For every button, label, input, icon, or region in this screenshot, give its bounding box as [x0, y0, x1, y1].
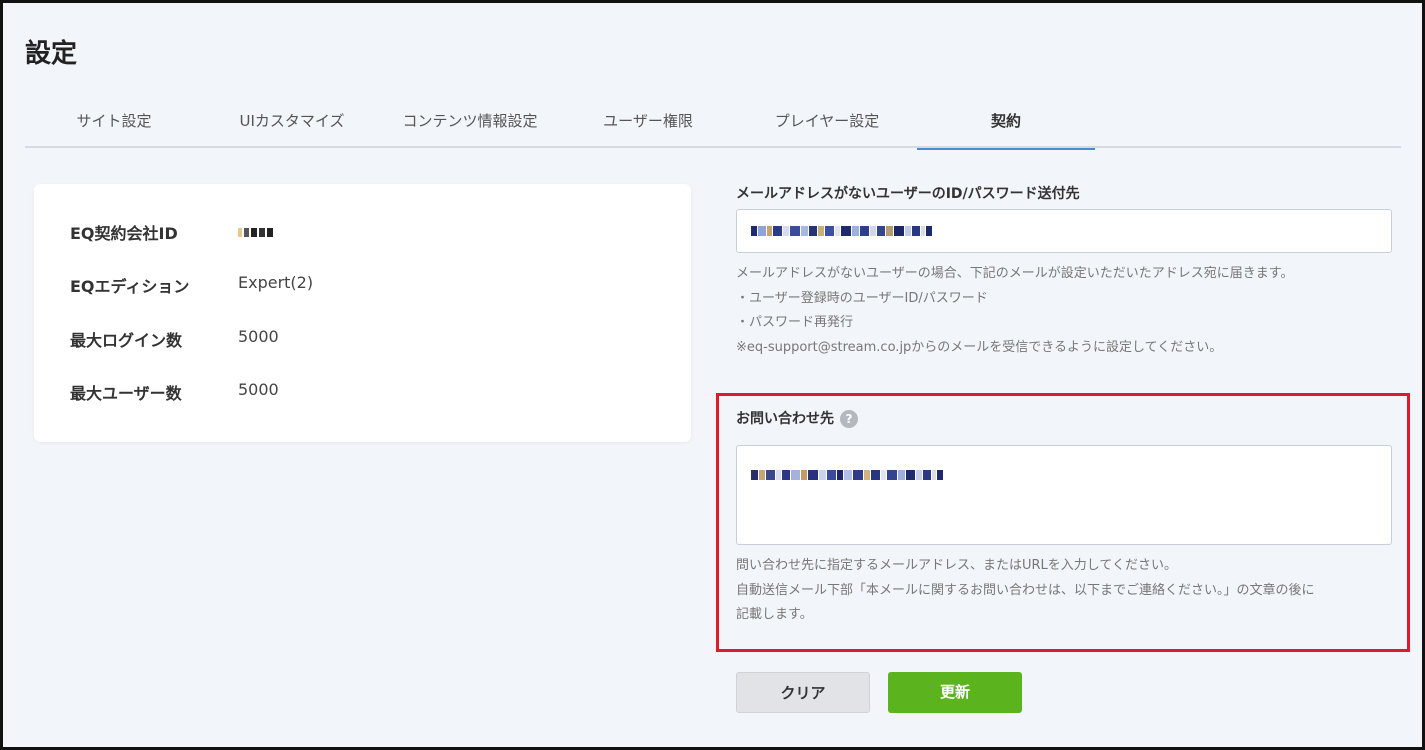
id-password-destination-label: メールアドレスがないユーザーのID/パスワード送付先 [736, 186, 1080, 202]
help-line: 記載します。 [736, 607, 813, 622]
tab-user-permissions[interactable]: ユーザー権限 [559, 99, 737, 148]
contract-company-id-label: EQ契約会社ID [70, 224, 178, 243]
question-circle-icon[interactable]: ? [840, 410, 858, 428]
settings-page: 設定 サイト設定 UIカスタマイズ コンテンツ情報設定 ユーザー権限 プレイヤー… [0, 0, 1425, 750]
tab-ui-customize[interactable]: UIカスタマイズ [203, 99, 381, 148]
id-password-destination-input[interactable] [736, 209, 1392, 253]
help-line: ・ユーザー登録時のユーザーID/パスワード [736, 290, 988, 306]
redacted-email-value [751, 226, 933, 236]
max-logins-label: 最大ログイン数 [70, 331, 183, 350]
tab-site-settings[interactable]: サイト設定 [25, 99, 203, 148]
contact-textarea[interactable] [736, 445, 1392, 545]
id-password-destination-help: メールアドレスがないユーザーの場合、下記のメールが設定いただいたアドレス宛に届き… [736, 262, 1293, 360]
help-line: メールアドレスがないユーザーの場合、下記のメールが設定いただいたアドレス宛に届き… [736, 266, 1294, 281]
clear-button[interactable]: クリア [736, 672, 870, 713]
max-users-value: 5000 [238, 380, 279, 399]
update-button[interactable]: 更新 [888, 672, 1022, 713]
redacted-contact-value [751, 470, 944, 480]
edition-label: EQエディション [70, 277, 190, 296]
tab-player-settings[interactable]: プレイヤー設定 [737, 99, 917, 148]
tab-contract[interactable]: 契約 [917, 99, 1095, 150]
help-line: ・パスワード再発行 [736, 315, 854, 330]
contact-label-wrap: お問い合わせ先? [736, 408, 858, 428]
page-title: 設定 [25, 39, 78, 69]
contract-info-card: EQ契約会社ID EQエディション Expert(2) 最大ログイン数 5000… [34, 184, 691, 442]
edition-value: Expert(2) [238, 273, 314, 292]
help-line: 問い合わせ先に指定するメールアドレス、またはURLを入力してください。 [736, 558, 1178, 573]
settings-tabs: サイト設定 UIカスタマイズ コンテンツ情報設定 ユーザー権限 プレイヤー設定 … [25, 99, 1401, 150]
contact-label: お問い合わせ先 [736, 411, 834, 427]
max-users-label: 最大ユーザー数 [70, 384, 182, 403]
tab-content-info-settings[interactable]: コンテンツ情報設定 [381, 99, 559, 148]
help-line: ※eq-support@stream.co.jpからのメールを受信できるように設… [736, 339, 1223, 355]
contract-company-id-value [238, 222, 438, 241]
help-line: 自動送信メール下部「本メールに関するお問い合わせは、以下までご連絡ください。」の… [736, 582, 1315, 598]
max-logins-value: 5000 [238, 327, 279, 346]
contact-help: 問い合わせ先に指定するメールアドレス、またはURLを入力してください。 自動送信… [736, 554, 1315, 628]
